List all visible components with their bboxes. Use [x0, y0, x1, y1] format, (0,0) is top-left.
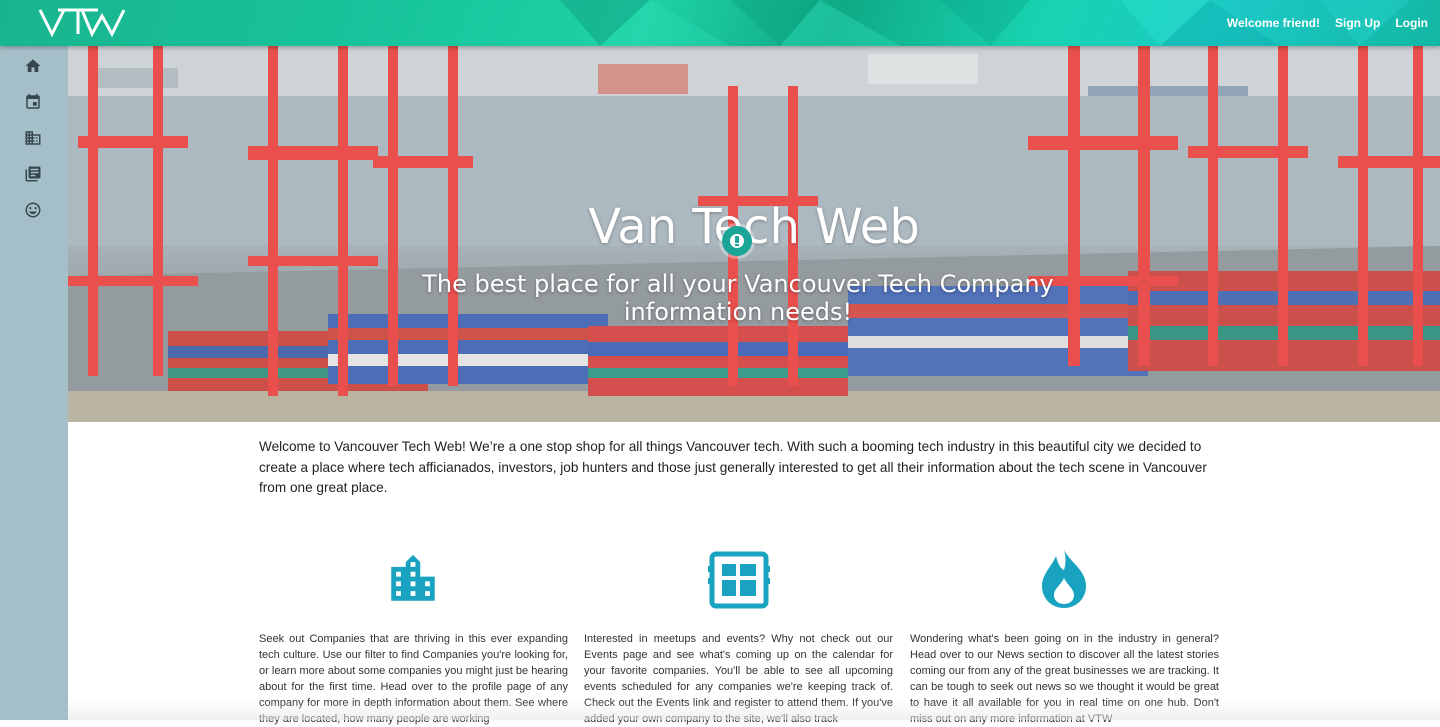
smiley-icon[interactable]: [24, 201, 42, 219]
alert-badge-icon: [722, 226, 752, 256]
header-nav: Welcome friend! Sign Up Login: [1227, 0, 1428, 46]
vtw-logo[interactable]: [38, 6, 126, 38]
calendar-icon[interactable]: [24, 93, 42, 111]
hero-subtitle: The best place for all your Vancouver Te…: [422, 270, 1054, 326]
top-header: Welcome friend! Sign Up Login: [0, 0, 1440, 46]
intro-paragraph: Welcome to Vancouver Tech Web! We’re a o…: [259, 439, 1207, 495]
building-icon: [391, 554, 435, 601]
calendar-board-icon: [708, 551, 770, 609]
hero-banner: Van Tech Web The best place for all your…: [68, 46, 1440, 422]
news-icon[interactable]: [24, 165, 42, 183]
login-link[interactable]: Login: [1395, 16, 1428, 30]
home-icon[interactable]: [24, 57, 42, 75]
welcome-text: Welcome friend!: [1226, 16, 1321, 30]
flame-icon: [1042, 550, 1086, 608]
signup-link[interactable]: Sign Up: [1335, 16, 1380, 30]
bottom-fade: [68, 700, 1440, 720]
hero-title: Van Tech Web: [588, 199, 920, 255]
sidebar: [0, 46, 68, 720]
business-icon[interactable]: [24, 129, 42, 147]
